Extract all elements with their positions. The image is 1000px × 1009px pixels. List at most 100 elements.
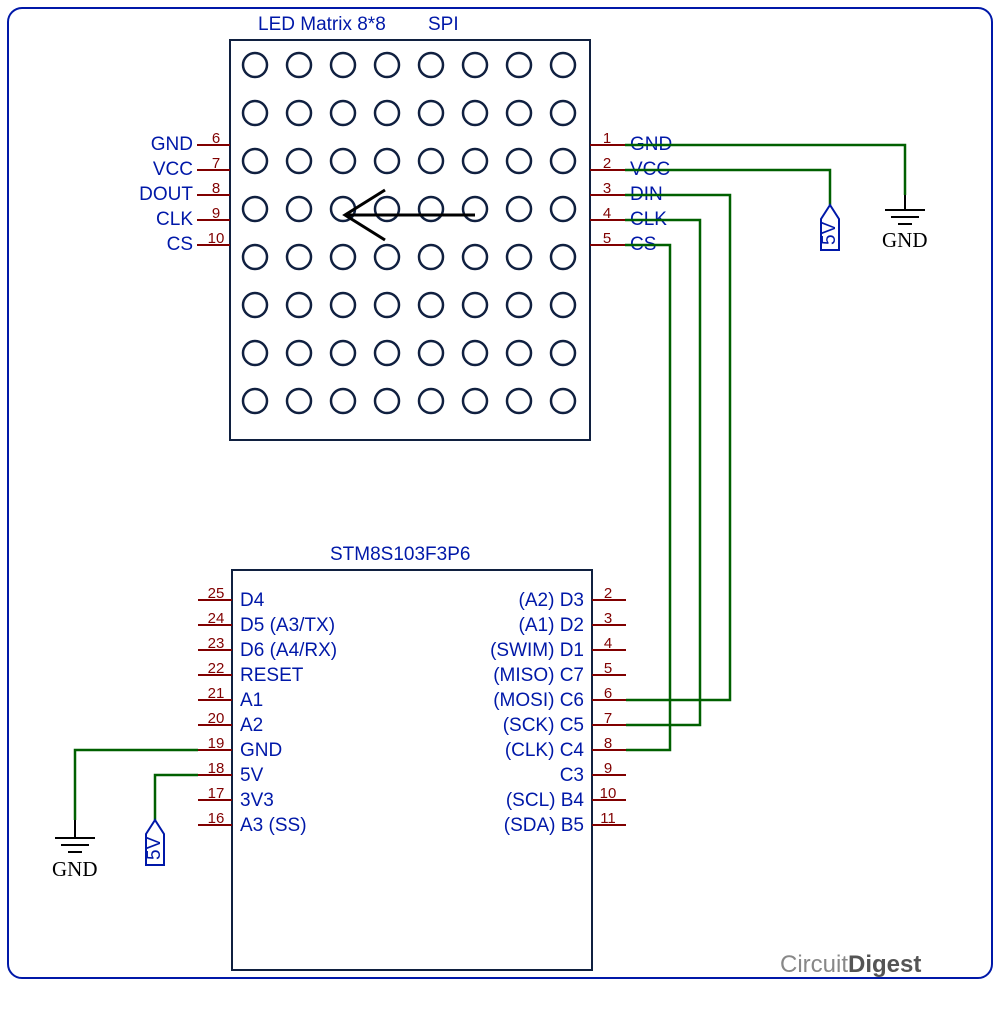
led-dot bbox=[507, 197, 531, 221]
pin-label: DOUT bbox=[139, 184, 193, 205]
led-dot bbox=[507, 293, 531, 317]
pin-label: A1 bbox=[240, 690, 263, 711]
pin-num: 10 bbox=[208, 230, 225, 247]
led-dot bbox=[375, 149, 399, 173]
led-dot bbox=[551, 389, 575, 413]
pin-label: (A2) D3 bbox=[519, 590, 584, 611]
led-dot bbox=[419, 389, 443, 413]
led-dot bbox=[507, 389, 531, 413]
led-dot bbox=[287, 149, 311, 173]
led-dot bbox=[551, 53, 575, 77]
pin-num: 22 bbox=[208, 660, 225, 677]
pin-label: (MOSI) C6 bbox=[493, 690, 584, 711]
five-v-label-top: 5V bbox=[819, 221, 840, 245]
led-dot bbox=[463, 53, 487, 77]
matrix-right-pins: 1GND2VCC3DIN4CLK5CS bbox=[590, 130, 672, 255]
led-dot bbox=[551, 149, 575, 173]
matrix-left-pins: 6GND7VCC8DOUT9CLK10CS bbox=[139, 130, 230, 255]
led-dot bbox=[419, 149, 443, 173]
led-dot bbox=[243, 197, 267, 221]
pin-num: 3 bbox=[603, 180, 611, 197]
led-dot bbox=[331, 293, 355, 317]
led-dot bbox=[551, 197, 575, 221]
pin-label: (SDA) B5 bbox=[504, 815, 584, 836]
pin-label: (CLK) C4 bbox=[505, 740, 585, 761]
pin-num: 19 bbox=[208, 735, 225, 752]
pin-label: (A1) D2 bbox=[519, 615, 584, 636]
led-dot bbox=[551, 245, 575, 269]
matrix-arrow-left bbox=[345, 190, 475, 240]
led-dot bbox=[419, 197, 443, 221]
led-dot bbox=[375, 389, 399, 413]
pin-label: (SCL) B4 bbox=[506, 790, 585, 811]
led-dot bbox=[419, 341, 443, 365]
led-dot bbox=[375, 101, 399, 125]
pin-num: 8 bbox=[212, 180, 220, 197]
five-v-label-bottom: 5V bbox=[144, 836, 165, 860]
pin-num: 24 bbox=[208, 610, 225, 627]
pin-num: 7 bbox=[604, 710, 612, 727]
led-dot bbox=[331, 101, 355, 125]
led-dot bbox=[375, 197, 399, 221]
pin-num: 2 bbox=[603, 155, 611, 172]
pin-num: 5 bbox=[604, 660, 612, 677]
pin-label: D5 (A3/TX) bbox=[240, 615, 335, 636]
pin-num: 20 bbox=[208, 710, 225, 727]
pin-num: 5 bbox=[603, 230, 611, 247]
led-dot bbox=[375, 341, 399, 365]
led-dot bbox=[375, 293, 399, 317]
led-dot bbox=[243, 389, 267, 413]
led-dot bbox=[507, 341, 531, 365]
led-dot bbox=[287, 293, 311, 317]
pin-num: 4 bbox=[604, 635, 612, 652]
five-v-tag-top: 5V bbox=[819, 205, 840, 250]
led-dot bbox=[375, 245, 399, 269]
pin-label: 3V3 bbox=[240, 790, 274, 811]
gnd-symbol-top: GND bbox=[882, 195, 928, 252]
wire-mcu-5v bbox=[155, 775, 198, 820]
led-dot bbox=[507, 53, 531, 77]
led-dot bbox=[287, 101, 311, 125]
pin-num: 7 bbox=[212, 155, 220, 172]
led-dot bbox=[419, 101, 443, 125]
pin-label: GND bbox=[240, 740, 282, 761]
pin-label: 5V bbox=[240, 765, 264, 786]
pin-label: (MISO) C7 bbox=[493, 665, 584, 686]
led-matrix-body bbox=[230, 40, 590, 440]
led-dot bbox=[375, 53, 399, 77]
pin-label: RESET bbox=[240, 665, 304, 686]
mcu-right-pins: 2(A2) D33(A1) D24(SWIM) D15(MISO) C76(MO… bbox=[490, 585, 626, 836]
bus-title: SPI bbox=[428, 14, 459, 35]
pin-num: 25 bbox=[208, 585, 225, 602]
schematic-canvas: LED Matrix 8*8 SPI 6GND7VCC8DOUT9CLK10CS… bbox=[0, 0, 1000, 1009]
pin-num: 23 bbox=[208, 635, 225, 652]
module-title: LED Matrix 8*8 bbox=[258, 14, 386, 35]
pin-num: 6 bbox=[604, 685, 612, 702]
pin-num: 9 bbox=[212, 205, 220, 222]
led-dot bbox=[463, 341, 487, 365]
pin-label: CLK bbox=[156, 209, 193, 230]
led-dot bbox=[331, 245, 355, 269]
led-dot bbox=[551, 341, 575, 365]
led-dot bbox=[507, 245, 531, 269]
pin-num: 11 bbox=[600, 810, 616, 827]
pin-label: D6 (A4/RX) bbox=[240, 640, 337, 661]
led-dot bbox=[243, 341, 267, 365]
pin-num: 18 bbox=[208, 760, 225, 777]
pin-num: 9 bbox=[604, 760, 612, 777]
pin-num: 3 bbox=[604, 610, 612, 627]
pin-num: 1 bbox=[603, 130, 611, 147]
led-dot bbox=[287, 245, 311, 269]
pin-label: VCC bbox=[153, 159, 193, 180]
wire-cs-c4 bbox=[625, 245, 670, 750]
wire-din-mosi bbox=[625, 195, 730, 700]
wire-clk-sck bbox=[625, 220, 700, 725]
led-dot bbox=[243, 101, 267, 125]
led-circles bbox=[243, 53, 575, 413]
mcu-left-pins: 25D424D5 (A3/TX)23D6 (A4/RX)22RESET21A12… bbox=[198, 585, 337, 836]
pin-num: 10 bbox=[600, 785, 617, 802]
pin-label: (SWIM) D1 bbox=[490, 640, 584, 661]
led-dot bbox=[287, 197, 311, 221]
led-dot bbox=[243, 293, 267, 317]
led-dot bbox=[419, 293, 443, 317]
